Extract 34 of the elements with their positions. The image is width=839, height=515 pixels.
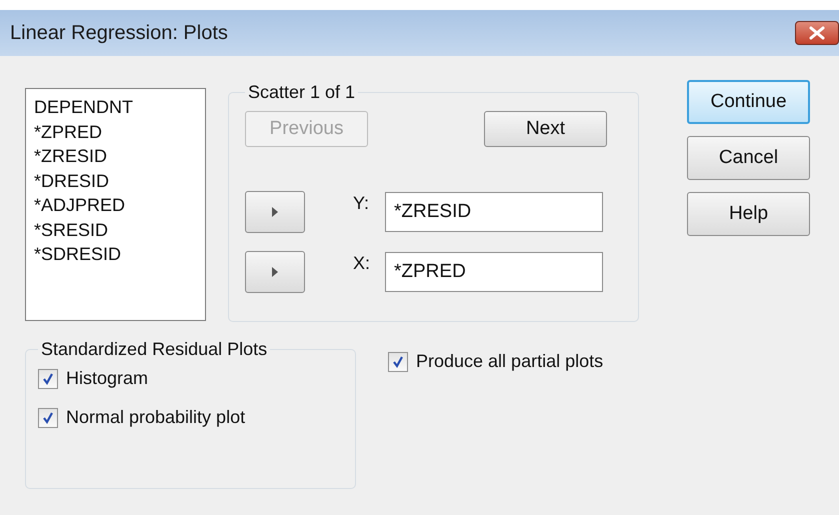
axis-label: X:	[353, 253, 372, 274]
checkbox-label: Normal probability plot	[66, 407, 246, 428]
close-icon	[808, 26, 826, 40]
variable-list[interactable]: DEPENDNT *ZPRED *ZRESID *DRESID *ADJPRED *SRESID *SDRESID	[25, 88, 206, 321]
dialog-button[interactable]: Help	[687, 192, 810, 236]
window-title: Linear Regression: Plots	[10, 22, 228, 44]
next-button[interactable]: Next	[484, 111, 607, 147]
group-title: Scatter 1 of 1	[247, 82, 356, 103]
arrow-icon	[272, 207, 278, 217]
group-title: Standardized Residual Plots	[40, 339, 268, 360]
check-icon	[41, 372, 55, 386]
move-button[interactable]	[245, 251, 305, 293]
variable-item[interactable]: *SRESID	[34, 218, 108, 242]
checkbox-label: Histogram	[66, 368, 148, 389]
axis-field[interactable]: *ZRESID	[385, 192, 603, 232]
axis-label: Y:	[353, 193, 370, 214]
checkbox[interactable]	[38, 368, 58, 388]
dialog-button[interactable]: Continue	[687, 80, 810, 124]
arrow-icon	[272, 267, 278, 277]
dialog-button[interactable]: Cancel	[687, 136, 810, 180]
variable-item[interactable]: *ZPRED	[34, 120, 102, 144]
checkbox[interactable]	[388, 352, 408, 372]
axis-field[interactable]: *ZPRED	[385, 252, 603, 292]
check-icon	[41, 410, 55, 424]
variable-item[interactable]: *SDRESID	[34, 242, 122, 266]
checkbox-label: Produce all partial plots	[416, 351, 604, 372]
check-icon	[391, 354, 405, 368]
variable-item[interactable]: DEPENDNT	[34, 95, 134, 120]
checkbox[interactable]	[38, 408, 58, 428]
variable-item[interactable]: *ZRESID	[34, 144, 108, 168]
close-button[interactable]	[795, 21, 839, 45]
move-button[interactable]	[245, 191, 305, 233]
variable-item[interactable]: *DRESID	[34, 168, 110, 193]
variable-item[interactable]: *ADJPRED	[34, 193, 126, 218]
